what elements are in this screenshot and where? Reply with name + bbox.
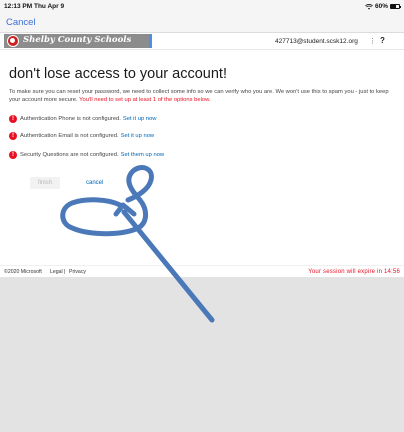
page-header: Shelby County Schools 427713@student.scs… bbox=[0, 33, 404, 50]
intro-text: To make sure you can reset your password… bbox=[9, 88, 397, 104]
nav-bar: Cancel bbox=[0, 13, 404, 33]
account-email[interactable]: 427713@student.scsk12.org bbox=[275, 38, 358, 45]
intro-required: You'll need to set up at least 1 of the … bbox=[79, 97, 211, 103]
help-icon[interactable]: ? bbox=[380, 36, 385, 45]
cancel-link[interactable]: cancel bbox=[86, 180, 103, 186]
more-options-icon[interactable]: ⋮ bbox=[369, 37, 376, 45]
web-page: Shelby County Schools 427713@student.scs… bbox=[0, 33, 404, 277]
finish-button[interactable]: finish bbox=[30, 177, 60, 189]
legal-link[interactable]: Legal bbox=[50, 269, 63, 275]
ipad-screen: 12:13 PM Thu Apr 9 60% Cancel Shelby Cou… bbox=[0, 0, 404, 432]
session-timer: Your session will expire in 14:56 bbox=[308, 269, 400, 275]
method-phone-text: Authentication Phone is not configured. bbox=[20, 116, 121, 122]
method-phone: ! Authentication Phone is not configured… bbox=[9, 114, 156, 124]
footer-separator: | bbox=[64, 269, 66, 275]
method-email-text: Authentication Email is not configured. bbox=[20, 133, 119, 139]
status-time: 12:13 PM Thu Apr 9 bbox=[4, 3, 65, 10]
page-title: don't lose access to your account! bbox=[9, 66, 227, 82]
setup-phone-link[interactable]: Set it up now bbox=[123, 116, 157, 122]
setup-email-link[interactable]: Set it up now bbox=[121, 133, 155, 139]
status-right: 60% bbox=[365, 3, 401, 10]
method-security-questions: ! Security Questions are not configured.… bbox=[9, 150, 164, 160]
org-name: Shelby County Schools bbox=[23, 35, 132, 45]
battery-percent: 60% bbox=[374, 3, 388, 10]
method-email: ! Authentication Email is not configured… bbox=[9, 131, 154, 141]
battery-icon bbox=[390, 4, 401, 9]
org-logo: Shelby County Schools bbox=[4, 34, 152, 48]
battery-fill bbox=[391, 5, 396, 8]
error-icon: ! bbox=[9, 115, 17, 123]
status-bar: 12:13 PM Thu Apr 9 60% bbox=[0, 0, 404, 13]
page-footer: ©2020 Microsoft Legal | Privacy Your ses… bbox=[0, 265, 404, 277]
school-seal-icon bbox=[7, 35, 19, 47]
method-questions-text: Security Questions are not configured. bbox=[20, 152, 119, 158]
setup-questions-link[interactable]: Set them up now bbox=[121, 152, 165, 158]
error-icon: ! bbox=[9, 132, 17, 140]
privacy-link[interactable]: Privacy bbox=[69, 269, 86, 275]
nav-cancel-button[interactable]: Cancel bbox=[6, 17, 36, 28]
error-icon: ! bbox=[9, 151, 17, 159]
copyright: ©2020 Microsoft bbox=[4, 269, 42, 275]
wifi-icon bbox=[365, 3, 373, 10]
